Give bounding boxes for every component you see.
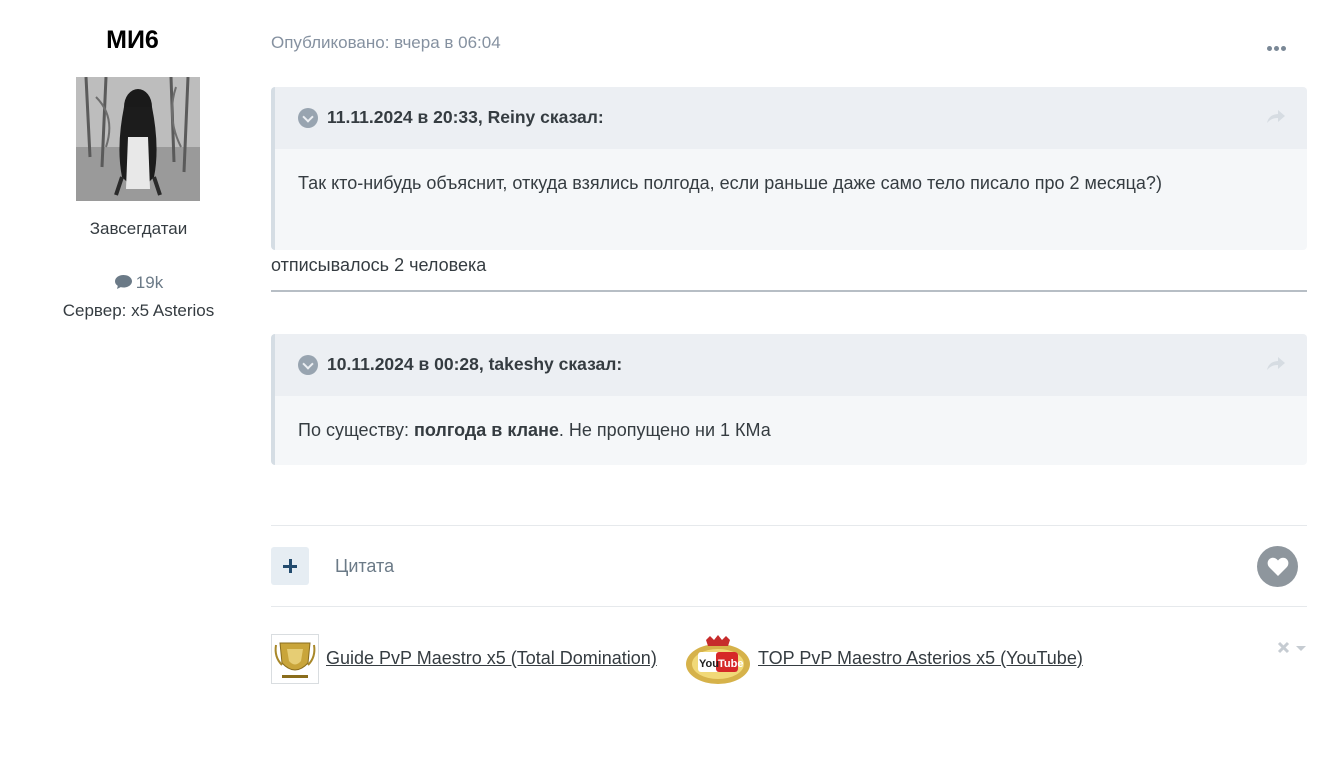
ellipsis-dot bbox=[1274, 46, 1279, 51]
heart-icon bbox=[1267, 557, 1289, 576]
author-name[interactable]: МИ6 bbox=[0, 26, 265, 55]
comment-bubble-icon bbox=[114, 274, 133, 295]
close-caret-icon bbox=[1277, 641, 1306, 654]
quote-block: 10.11.2024 в 00:28, takeshy сказал: По с… bbox=[271, 334, 1307, 465]
youtube-logo-text: You bbox=[699, 658, 719, 670]
signature-link-youtube[interactable]: TOP PvP Maestro Asterios x5 (YouTube) bbox=[758, 648, 1083, 669]
youtube-logo-image[interactable]: You Tube bbox=[684, 634, 752, 686]
ellipsis-icon bbox=[1267, 46, 1272, 51]
more-options-button[interactable] bbox=[1266, 32, 1294, 52]
quote-header: 10.11.2024 в 00:28, takeshy сказал: bbox=[275, 334, 1307, 396]
divider bbox=[271, 290, 1307, 292]
share-arrow-icon[interactable] bbox=[1265, 354, 1287, 374]
quote-header: 11.11.2024 в 20:33, Reiny сказал: bbox=[275, 87, 1307, 149]
quote-button[interactable]: Цитата bbox=[335, 556, 394, 577]
share-arrow-icon[interactable] bbox=[1265, 107, 1287, 127]
like-button[interactable] bbox=[1257, 546, 1298, 587]
post-date[interactable]: Опубликовано: вчера в 06:04 bbox=[271, 33, 501, 53]
clan-emblem-image[interactable] bbox=[271, 634, 319, 684]
avatar[interactable] bbox=[76, 77, 200, 201]
author-rank: Завсегдатаи bbox=[89, 219, 188, 238]
quote-citation[interactable]: 10.11.2024 в 00:28, takeshy сказал: bbox=[327, 354, 622, 375]
avatar-image bbox=[76, 77, 200, 201]
author-post-count: 19k bbox=[0, 273, 277, 295]
chevron-down-circle-icon[interactable] bbox=[298, 355, 318, 375]
svg-text:Tube: Tube bbox=[718, 658, 743, 670]
divider bbox=[271, 525, 1307, 526]
quote-text: По существу: полгода в клане. Не пропуще… bbox=[275, 396, 1307, 460]
quote-text: Так кто-нибудь объяснит, откуда взялись … bbox=[298, 173, 1162, 193]
signature-link-guide[interactable]: Guide PvP Maestro x5 (Total Domination) bbox=[326, 648, 657, 669]
post-reply-text: отписывалось 2 человека bbox=[271, 255, 487, 275]
chevron-down-circle-icon[interactable] bbox=[298, 108, 318, 128]
ellipsis-dot bbox=[1281, 46, 1286, 51]
divider bbox=[271, 606, 1307, 607]
hide-signature-button[interactable] bbox=[1277, 641, 1309, 657]
quote-block: 11.11.2024 в 20:33, Reiny сказал: Так кт… bbox=[271, 87, 1307, 250]
quote-text-part: По существу: bbox=[298, 420, 414, 440]
post-count-value: 19k bbox=[135, 273, 164, 292]
quote-text-part: . Не пропущено ни 1 КМа bbox=[558, 420, 771, 440]
quote-citation[interactable]: 11.11.2024 в 20:33, Reiny сказал: bbox=[327, 107, 604, 128]
multiquote-plus-button[interactable] bbox=[271, 547, 309, 585]
quote-text-bold: полгода в клане bbox=[413, 420, 559, 440]
author-server: Сервер: x5 Asterios bbox=[62, 301, 215, 320]
